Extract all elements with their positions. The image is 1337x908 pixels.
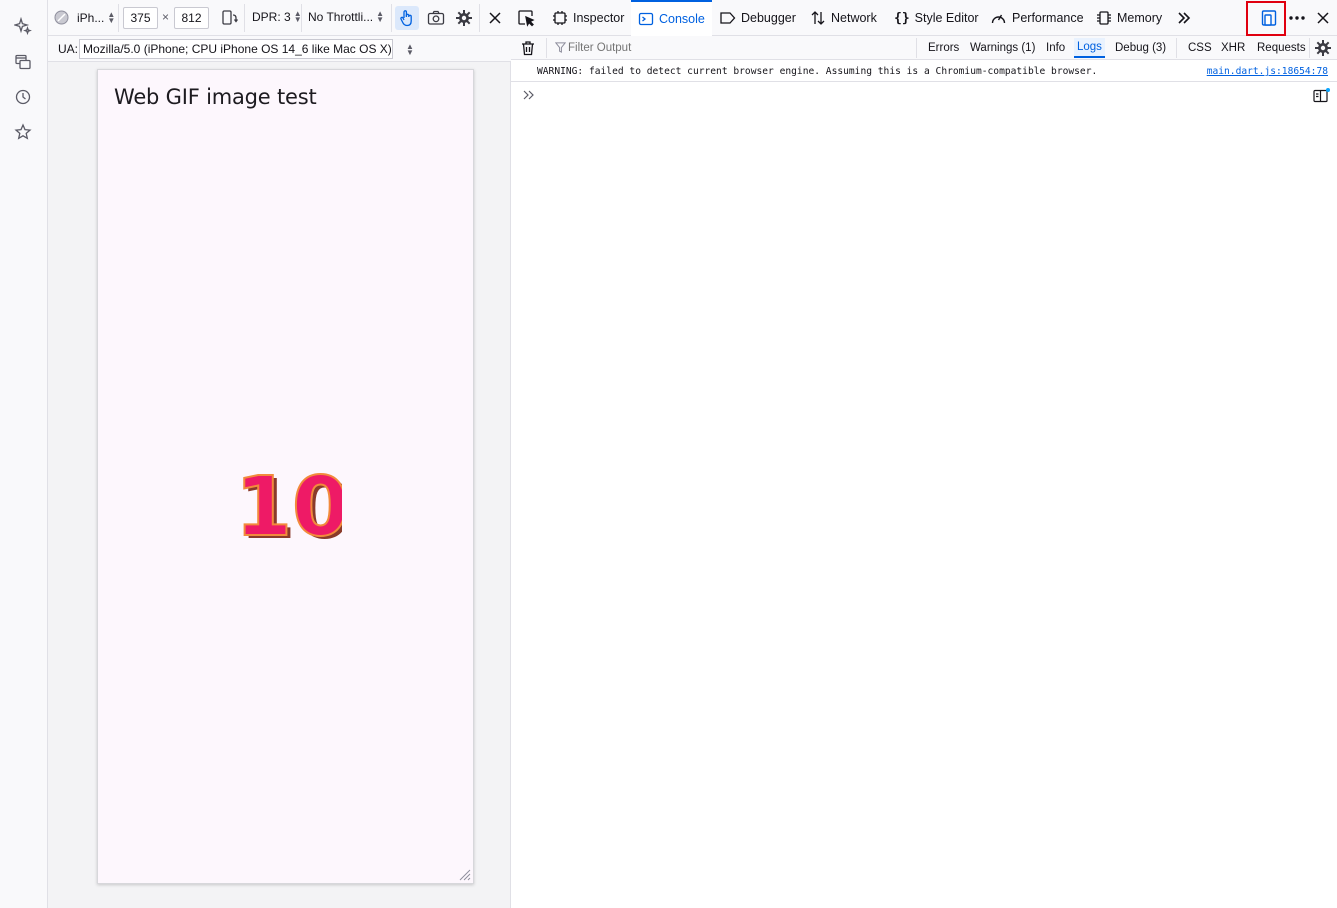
viewport-height-input[interactable]: 812 bbox=[174, 7, 209, 29]
filter-requests-button[interactable]: Requests bbox=[1254, 38, 1309, 58]
tab-label: Memory bbox=[1117, 11, 1163, 25]
style-editor-icon: {} bbox=[894, 10, 910, 26]
ai-sparkle-icon[interactable] bbox=[13, 16, 33, 36]
throttling-selector[interactable]: No Throttli... ▲ ▼ bbox=[308, 9, 385, 25]
user-agent-input[interactable]: Mozilla/5.0 (iPhone; CPU iPhone OS 14_6 … bbox=[79, 39, 393, 59]
inspector-icon bbox=[552, 10, 568, 26]
browser-sidebar bbox=[0, 0, 48, 908]
ua-label: UA: bbox=[58, 42, 79, 56]
more-options-icon[interactable] bbox=[1288, 11, 1306, 25]
page-title: Web GIF image test bbox=[114, 85, 317, 109]
separator bbox=[1309, 38, 1310, 58]
tab-console[interactable]: Console bbox=[631, 0, 712, 36]
tab-label: Console bbox=[659, 12, 705, 26]
filter-logs-button[interactable]: Logs bbox=[1074, 38, 1105, 58]
responsive-design-pane: iPh... ▲ ▼ 375 × 812 DPR: 3 ▲ ▼ No Throttl… bbox=[48, 0, 511, 908]
tab-network[interactable]: Network bbox=[810, 0, 877, 36]
console-icon bbox=[638, 11, 654, 27]
device-dropdown-icon: ▲ ▼ bbox=[107, 9, 116, 25]
filter-funnel-icon bbox=[555, 42, 566, 53]
tab-debugger[interactable]: Debugger bbox=[719, 0, 796, 36]
console-input-prompt-icon[interactable] bbox=[522, 88, 536, 102]
separator bbox=[391, 4, 392, 32]
separator bbox=[1176, 38, 1177, 58]
bookmarks-star-icon[interactable] bbox=[13, 122, 33, 142]
console-message-source-link[interactable]: main.dart.js:18654:78 bbox=[1207, 66, 1328, 77]
tab-label: Debugger bbox=[741, 11, 796, 25]
tab-style-editor[interactable]: {} Style Editor bbox=[894, 0, 979, 36]
separator bbox=[546, 38, 547, 58]
gif-number: 10 bbox=[235, 468, 342, 548]
separator bbox=[916, 38, 917, 58]
more-tabs-chevron-icon[interactable] bbox=[1176, 10, 1192, 26]
device-selector[interactable]: iPh... ▲ ▼ bbox=[54, 10, 115, 25]
separator bbox=[244, 4, 245, 32]
responsive-design-mode-icon[interactable] bbox=[1260, 9, 1278, 27]
filter-xhr-button[interactable]: XHR bbox=[1218, 38, 1248, 58]
rdm-toolbar: iPh... ▲ ▼ 375 × 812 DPR: 3 ▲ ▼ No Throttl… bbox=[48, 0, 511, 36]
user-agent-bar: UA: Mozilla/5.0 (iPhone; CPU iPhone OS 1… bbox=[48, 36, 511, 62]
tab-label: Performance bbox=[1012, 11, 1084, 25]
console-message-text: WARNING: failed to detect current browse… bbox=[537, 66, 1098, 77]
filter-output-input[interactable] bbox=[568, 39, 908, 57]
tab-label: Inspector bbox=[573, 11, 625, 25]
tab-memory[interactable]: Memory bbox=[1096, 0, 1162, 36]
tab-label: Network bbox=[831, 11, 877, 25]
filter-info-button[interactable]: Info bbox=[1043, 38, 1068, 58]
history-icon[interactable] bbox=[13, 87, 33, 107]
console-toolbar: Errors Warnings (1) Info Logs Debug (3) … bbox=[511, 36, 1337, 60]
viewport-resize-handle[interactable] bbox=[459, 869, 471, 881]
editor-mode-toggle-icon[interactable] bbox=[1312, 88, 1330, 104]
rotate-viewport-icon[interactable] bbox=[220, 9, 238, 27]
devtools-panel: Inspector Console Debugger Network {} St… bbox=[511, 0, 1337, 908]
device-viewport: Web GIF image test 10 10 bbox=[97, 69, 474, 884]
filter-errors-button[interactable]: Errors bbox=[925, 38, 962, 58]
synced-tabs-icon[interactable] bbox=[13, 52, 33, 72]
console-output: WARNING: failed to detect current browse… bbox=[511, 61, 1337, 908]
separator bbox=[301, 4, 302, 32]
rdm-settings-icon[interactable] bbox=[455, 9, 473, 27]
touch-simulation-button[interactable] bbox=[395, 6, 419, 30]
tab-performance[interactable]: Performance bbox=[990, 0, 1084, 36]
ua-dropdown-icon[interactable]: ▲ ▼ bbox=[406, 43, 414, 57]
tab-label: Style Editor bbox=[914, 11, 979, 25]
devtools-tab-bar: Inspector Console Debugger Network {} St… bbox=[511, 0, 1337, 36]
memory-icon bbox=[1096, 10, 1112, 26]
dpr-selector[interactable]: DPR: 3 ▲ ▼ bbox=[252, 10, 302, 25]
debugger-icon bbox=[719, 10, 736, 26]
filter-debug-button[interactable]: Debug (3) bbox=[1112, 38, 1169, 58]
dpr-label: DPR: 3 bbox=[252, 10, 291, 24]
touch-hand-icon bbox=[399, 9, 415, 27]
separator bbox=[479, 4, 480, 32]
device-name: iPh... bbox=[77, 10, 105, 25]
separator bbox=[118, 4, 119, 32]
filter-warnings-button[interactable]: Warnings (1) bbox=[967, 38, 1038, 58]
viewport-width-input[interactable]: 375 bbox=[123, 7, 158, 29]
device-icon bbox=[54, 10, 69, 25]
screenshot-icon[interactable] bbox=[427, 9, 445, 27]
gif-image: 10 10 bbox=[230, 468, 342, 548]
network-icon bbox=[810, 10, 826, 26]
tab-inspector[interactable]: Inspector bbox=[552, 0, 624, 36]
dimension-times-sign: × bbox=[162, 10, 170, 24]
filter-css-button[interactable]: CSS bbox=[1185, 38, 1215, 58]
console-settings-gear-icon[interactable] bbox=[1314, 39, 1332, 57]
clear-console-trash-icon[interactable] bbox=[520, 40, 536, 56]
console-message-row: WARNING: failed to detect current browse… bbox=[511, 61, 1337, 82]
performance-icon bbox=[990, 10, 1007, 26]
close-devtools-icon[interactable] bbox=[1316, 11, 1330, 25]
throttling-label: No Throttli... bbox=[308, 10, 374, 24]
throttling-dropdown-icon: ▲ ▼ bbox=[376, 9, 385, 24]
element-picker-icon[interactable] bbox=[517, 9, 535, 27]
close-rdm-icon[interactable] bbox=[488, 11, 502, 25]
